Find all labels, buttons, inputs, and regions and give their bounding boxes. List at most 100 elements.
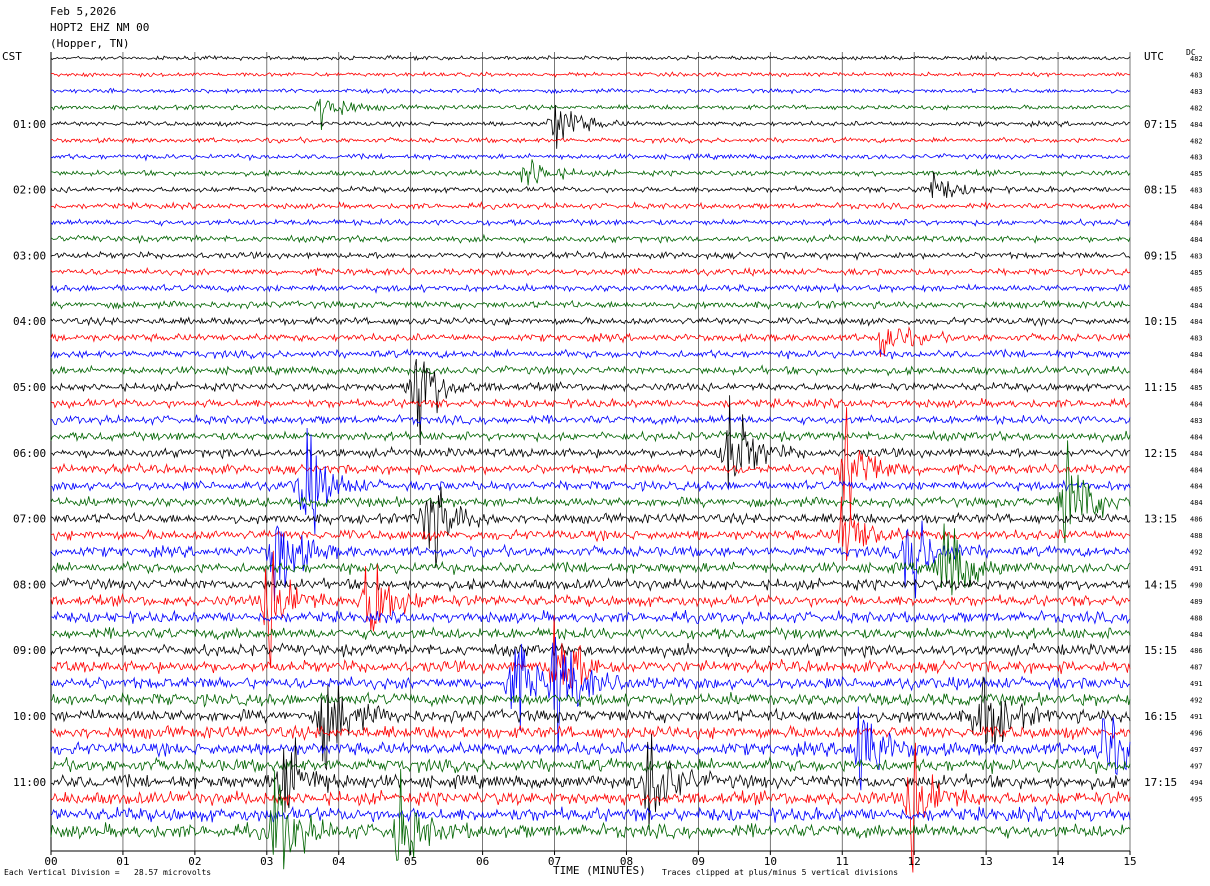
seismic-trace: [50, 724, 1131, 741]
cst-hour-label: 10:00: [13, 710, 46, 723]
seismic-trace: [50, 171, 1131, 199]
seismic-trace: [50, 742, 1131, 873]
dc-offset-label: 484: [1190, 483, 1203, 491]
dc-offset-label: 488: [1190, 614, 1203, 622]
x-tick-label: 06: [476, 855, 489, 868]
seismic-trace: [50, 105, 1131, 149]
dc-offset-label: 494: [1190, 779, 1203, 787]
cst-hour-label: 08:00: [13, 578, 46, 591]
dc-offset-label: 483: [1190, 417, 1203, 425]
dc-offset-label: 484: [1190, 631, 1203, 639]
utc-hour-labels: 07:15 08:15 09:15 10:15 11:15 12:15 13:15 14:15…: [1144, 118, 1177, 789]
x-tick-label: 14: [1051, 855, 1065, 868]
seismic-trace: [51, 609, 1131, 625]
x-tick-label: 09: [692, 855, 705, 868]
dc-offset-label: 495: [1190, 795, 1203, 803]
x-tick-label: 01: [116, 855, 129, 868]
seismic-trace: [50, 691, 1131, 708]
seismic-trace: [50, 642, 1131, 660]
x-tick-label: 11: [836, 855, 849, 868]
dc-offset-label: 483: [1190, 252, 1203, 260]
cst-hour-label: 04:00: [13, 315, 46, 328]
x-tick-label: 05: [404, 855, 417, 868]
x-tick-label: 04: [332, 855, 346, 868]
utc-hour-label: 16:15: [1144, 710, 1177, 723]
seismic-trace: [50, 266, 1131, 277]
dc-offset-label: 482: [1190, 104, 1203, 112]
dc-offset-label: 487: [1190, 664, 1203, 672]
dc-offset-label: 484: [1190, 499, 1203, 507]
dc-offset-label: 491: [1190, 713, 1203, 721]
seismic-trace: [50, 626, 1131, 641]
cst-hour-label: 06:00: [13, 447, 46, 460]
utc-hour-label: 15:15: [1144, 644, 1177, 657]
dc-offset-label: 485: [1190, 269, 1203, 277]
seismic-trace: [50, 486, 1131, 568]
seismic-trace: [50, 407, 1131, 518]
seismic-trace: [50, 98, 1131, 131]
seismic-trace: [50, 364, 1131, 377]
dc-offset-label: 491: [1190, 680, 1203, 688]
cst-hour-labels: 01:00 02:00 03:00 04:00 05:00 06:00 07:00 08:00…: [13, 118, 46, 789]
x-tick-label: 12: [908, 855, 921, 868]
utc-hour-label: 07:15: [1144, 118, 1177, 131]
seismic-trace: [50, 233, 1131, 245]
helicorder-plot: 01:00 02:00 03:00 04:00 05:00 06:00 07:00 08:00…: [13, 52, 1203, 873]
seismic-trace: [50, 282, 1131, 294]
x-tick-label: 10: [764, 855, 777, 868]
seismic-trace: [50, 397, 1131, 410]
dc-offset-label: 485: [1190, 170, 1203, 178]
dc-offset-label: 483: [1190, 187, 1203, 195]
clip-note: Traces clipped at plus/minus 5 vertical …: [662, 868, 899, 877]
seismic-traces: [50, 54, 1131, 873]
dc-offset-label: 489: [1190, 598, 1203, 606]
utc-hour-label: 12:15: [1144, 447, 1177, 460]
cst-hour-label: 03:00: [13, 249, 46, 262]
dc-offset-label: 496: [1190, 729, 1203, 737]
scale-note: Each Vertical Division = 28.57 microvolt…: [4, 868, 212, 877]
dc-offset-label: 488: [1190, 532, 1203, 540]
seismic-trace: [50, 430, 1131, 444]
seismic-trace: [50, 152, 1131, 162]
header-station: HOPT2 EHZ NM 00: [50, 21, 150, 34]
cst-hour-label: 05:00: [13, 381, 46, 394]
cst-hour-label: 02:00: [13, 184, 46, 197]
cst-hour-label: 09:00: [13, 644, 46, 657]
dc-offset-label: 485: [1190, 285, 1203, 293]
dc-offset-label: 486: [1190, 516, 1203, 524]
dc-offset-label: 482: [1190, 137, 1203, 145]
dc-offset-label: 497: [1190, 746, 1203, 754]
seismic-trace: [50, 250, 1131, 261]
dc-offset-label: 484: [1190, 450, 1203, 458]
utc-hour-label: 09:15: [1144, 249, 1177, 262]
dc-offset-label: 484: [1190, 433, 1203, 441]
x-axis-title: TIME (MINUTES): [553, 864, 646, 877]
dc-offset-label: 484: [1190, 236, 1203, 244]
cst-hour-label: 07:00: [13, 513, 46, 526]
dc-offset-label: 497: [1190, 762, 1203, 770]
dc-offset-label: 483: [1190, 88, 1203, 96]
seismic-trace: [50, 756, 1131, 774]
x-tick-label: 13: [980, 855, 993, 868]
utc-hour-label: 08:15: [1144, 184, 1177, 197]
x-tick-label: 00: [44, 855, 57, 868]
dc-offset-label: 485: [1190, 384, 1203, 392]
dc-offset-label: 484: [1190, 368, 1203, 376]
dc-offset-label: 484: [1190, 400, 1203, 408]
seismic-trace: [50, 413, 1131, 426]
dc-offset-label: 483: [1190, 154, 1203, 162]
seismic-trace: [50, 217, 1131, 227]
seismic-trace: [50, 676, 1131, 771]
dc-offset-labels: 4824834834824844824834854834844844844834…: [1190, 55, 1203, 803]
cst-hour-label: 01:00: [13, 118, 46, 131]
header-date: Feb 5,2026: [50, 5, 117, 18]
dc-offset-label: 483: [1190, 71, 1203, 79]
seismic-trace: [50, 87, 1131, 95]
left-timezone-label: CST: [2, 50, 22, 63]
seismic-trace: [50, 200, 1131, 211]
dc-offset-label: 484: [1190, 220, 1203, 228]
x-tick-label: 03: [260, 855, 273, 868]
dc-offset-label: 484: [1190, 121, 1203, 129]
utc-hour-label: 13:15: [1144, 513, 1177, 526]
utc-hour-label: 14:15: [1144, 578, 1177, 591]
